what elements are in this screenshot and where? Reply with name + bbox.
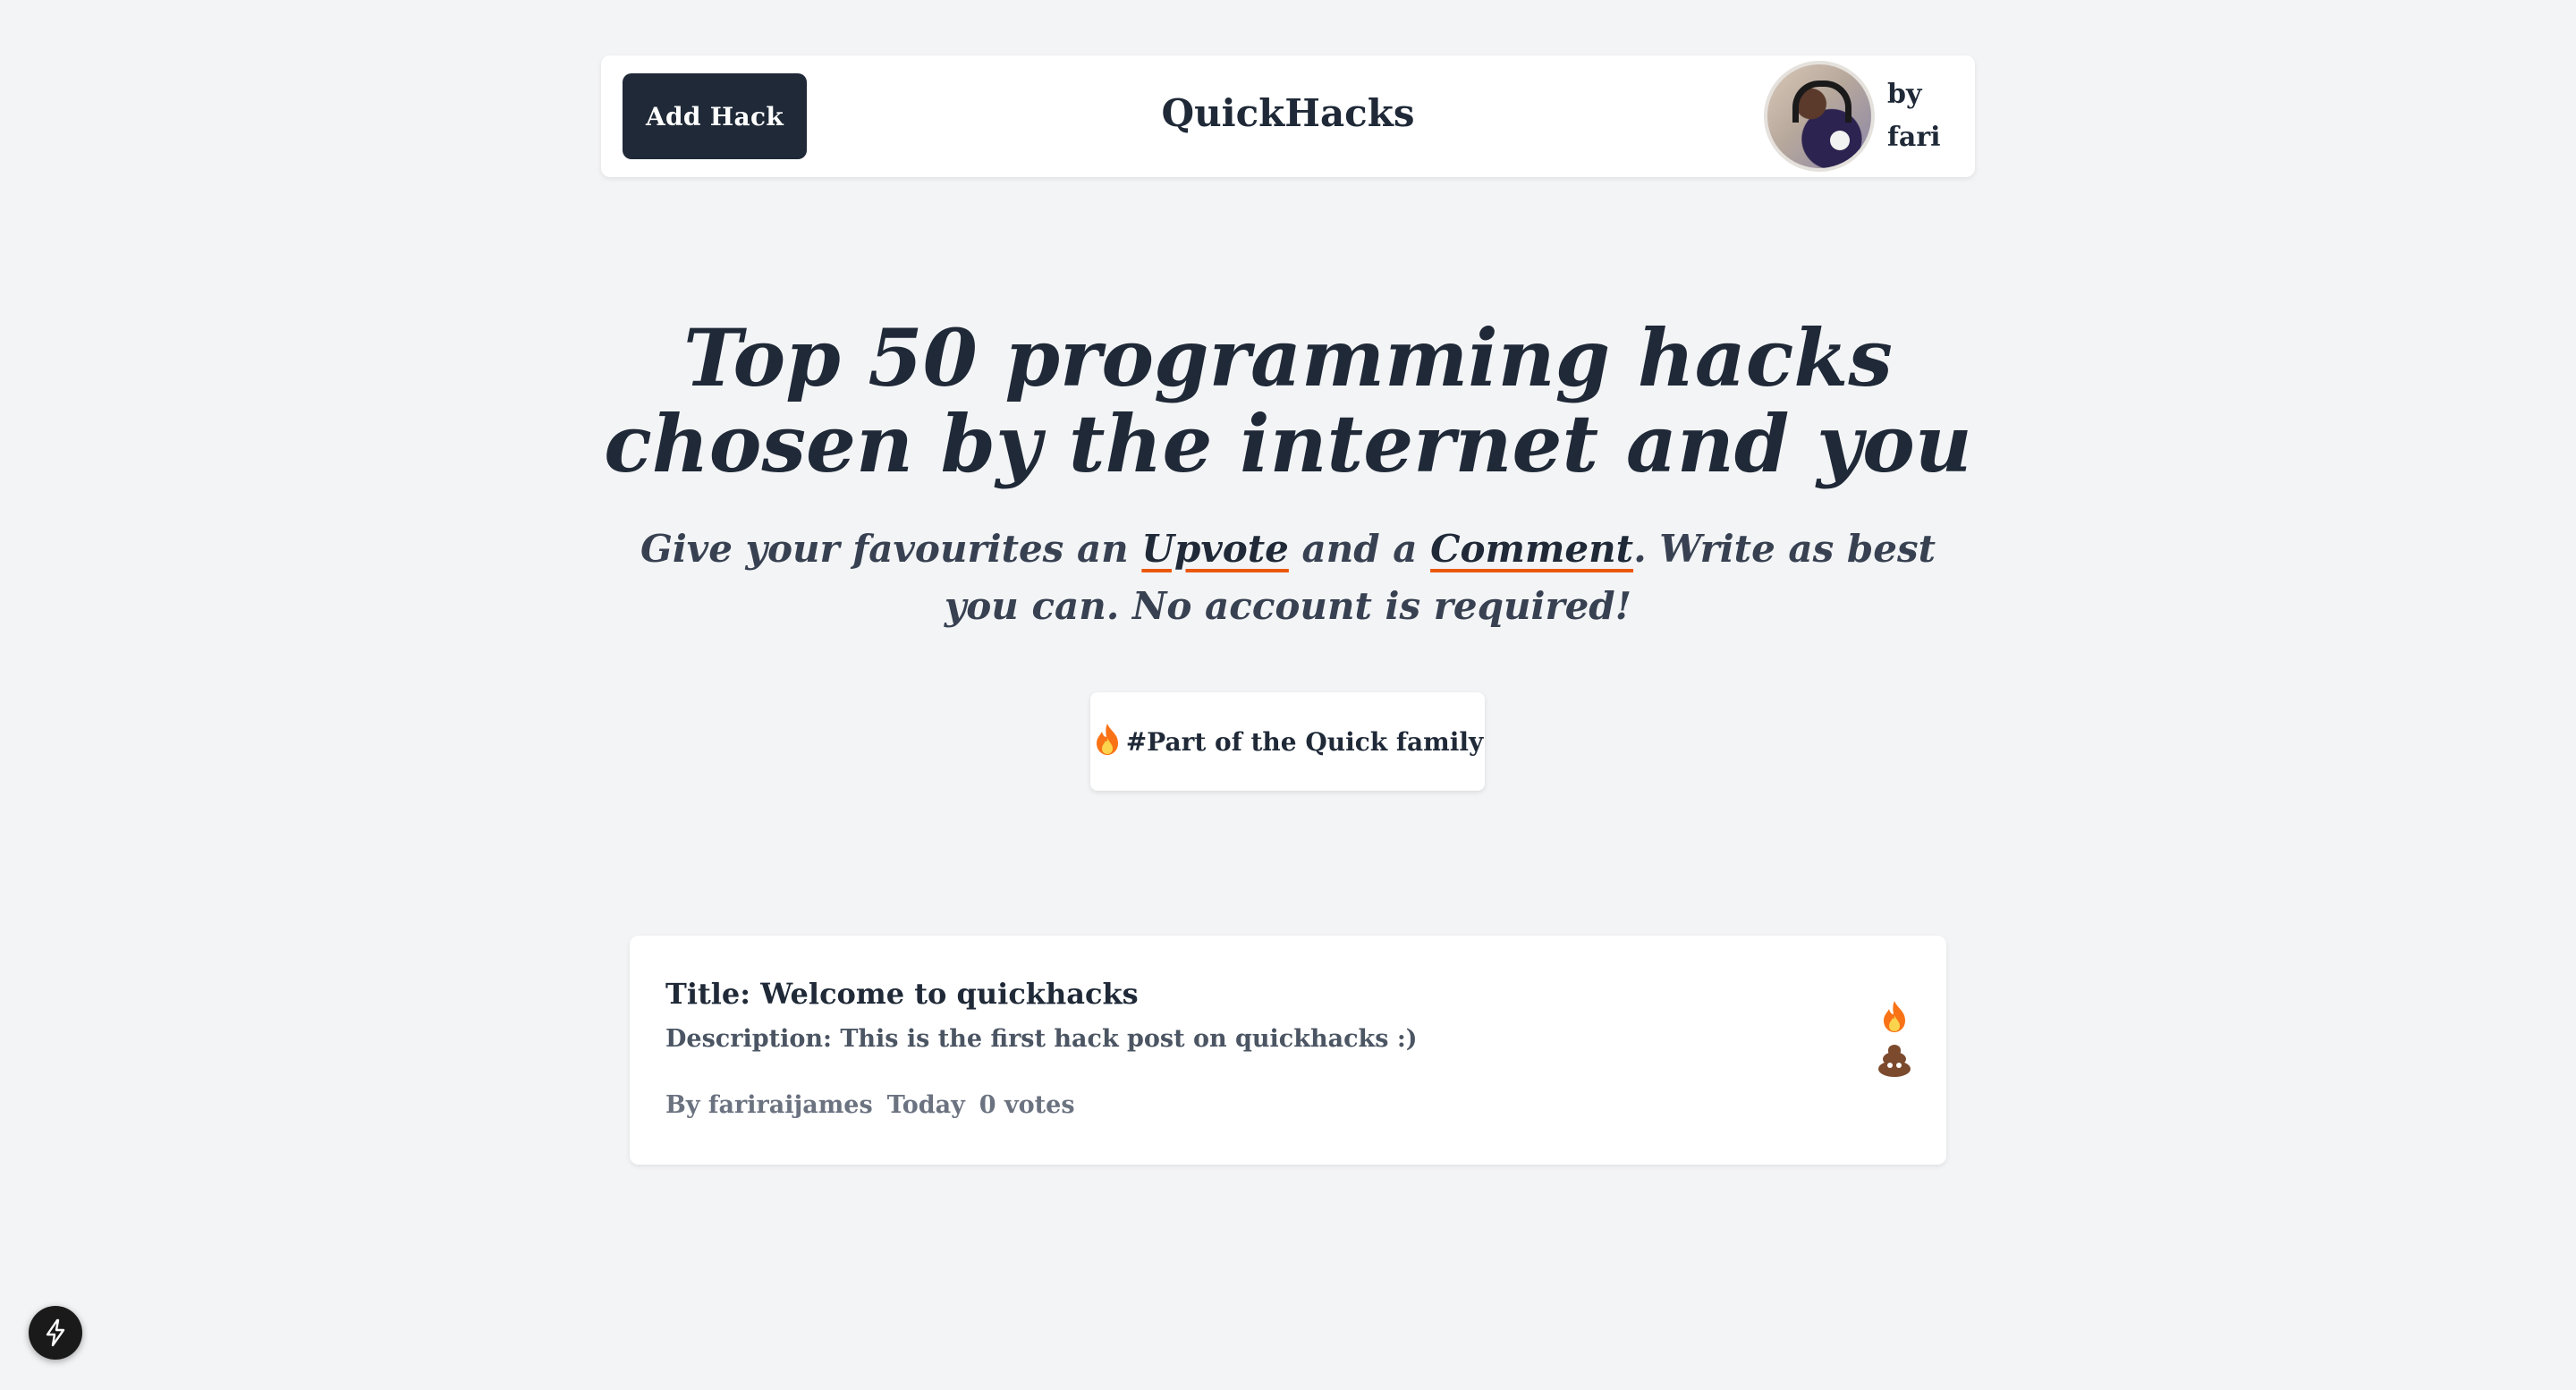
quick-family-button[interactable]: #Part of the Quick family <box>1090 692 1485 791</box>
downvote-poo-button[interactable] <box>1875 1041 1914 1081</box>
lightning-bolt-button[interactable] <box>29 1306 82 1360</box>
comment-link[interactable]: Comment <box>1430 527 1633 571</box>
hero-subtitle: Give your favourites an Upvote and a Com… <box>626 521 1950 635</box>
quick-family-label: #Part of the Quick family <box>1125 726 1484 757</box>
shirt-logo-graphic <box>1830 131 1850 150</box>
hero-title: Top 50 programming hacks chosen by the i… <box>604 311 1972 490</box>
hack-date: Today <box>886 1091 965 1119</box>
poo-icon <box>1877 1045 1912 1077</box>
fire-icon <box>1092 722 1123 761</box>
lightning-bolt-icon <box>46 1318 65 1347</box>
add-hack-button[interactable]: Add Hack <box>623 73 807 159</box>
hack-votes: 0 votes <box>979 1091 1075 1119</box>
subtitle-text-1: Give your favourites an <box>640 527 1142 571</box>
hack-description: Description: This is the first hack post… <box>665 1025 1418 1053</box>
author-credit: by fari <box>1887 73 1941 159</box>
upvote-fire-button[interactable] <box>1875 996 1914 1036</box>
author-profile-link[interactable]: by fari <box>1764 61 1941 172</box>
hack-meta: By fariraijames Today 0 votes <box>665 1091 1075 1119</box>
fire-icon <box>1884 1001 1905 1032</box>
top-navbar: Add Hack QuickHacks by fari <box>601 55 1975 177</box>
hack-author: By fariraijames <box>665 1091 873 1119</box>
headphones-graphic <box>1792 81 1852 123</box>
author-by-label: by <box>1887 79 1922 110</box>
hack-title: Title: Welcome to quickhacks <box>665 977 1139 1011</box>
subtitle-text-2: and a <box>1288 527 1431 571</box>
author-name: fari <box>1887 122 1941 153</box>
upvote-link[interactable]: Upvote <box>1141 527 1289 571</box>
author-avatar <box>1764 61 1875 172</box>
hack-card[interactable]: Title: Welcome to quickhacks Description… <box>630 936 1946 1165</box>
